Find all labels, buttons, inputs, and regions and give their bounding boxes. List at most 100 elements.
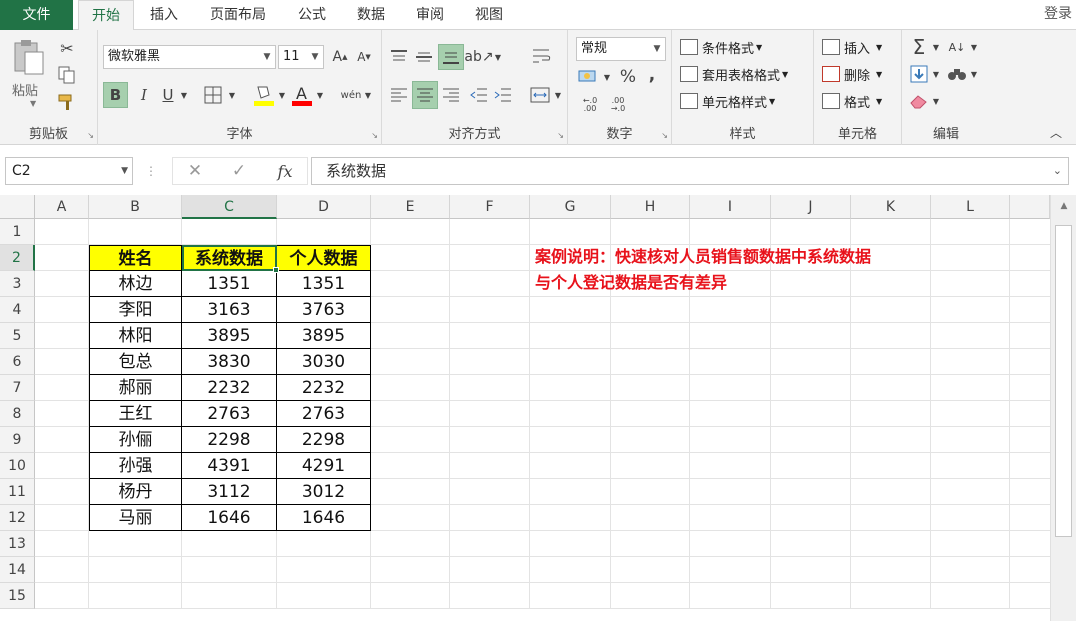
column-header-l[interactable]: L xyxy=(931,195,1010,219)
currency-icon[interactable] xyxy=(576,66,602,88)
table-cell[interactable]: 1646 xyxy=(277,505,371,531)
tab-view[interactable]: 视图 xyxy=(464,0,514,30)
column-header-k[interactable]: K xyxy=(851,195,931,219)
underline-button[interactable]: U xyxy=(158,82,178,108)
format-cells-button[interactable]: 格式 ▼ xyxy=(822,89,882,113)
row-header-8[interactable]: 8 xyxy=(0,401,35,427)
chevron-down-icon[interactable]: ▼ xyxy=(276,82,288,108)
paste-label[interactable]: 粘贴 xyxy=(12,80,38,99)
table-cell[interactable]: 3112 xyxy=(182,479,277,505)
phonetic-icon[interactable]: wén xyxy=(340,82,362,108)
increase-decimal-icon[interactable]: ←.0.00 xyxy=(578,94,602,116)
table-cell[interactable]: 3895 xyxy=(277,323,371,349)
align-center-icon[interactable] xyxy=(412,81,438,109)
row-header-14[interactable]: 14 xyxy=(0,557,35,583)
scroll-thumb[interactable] xyxy=(1055,225,1072,537)
format-painter-icon[interactable] xyxy=(56,92,78,112)
paste-icon[interactable] xyxy=(10,38,48,78)
table-cell[interactable]: 2763 xyxy=(277,401,371,427)
tab-formulas[interactable]: 公式 xyxy=(287,0,337,30)
borders-icon[interactable] xyxy=(202,84,224,106)
table-cell[interactable]: 1646 xyxy=(182,505,277,531)
font-color-icon[interactable]: A xyxy=(290,82,314,108)
chevron-down-icon[interactable]: ▼ xyxy=(552,82,564,108)
table-cell[interactable]: 孙强 xyxy=(89,453,182,479)
tab-review[interactable]: 审阅 xyxy=(405,0,455,30)
row-header-9[interactable]: 9 xyxy=(0,427,35,453)
insert-function-icon[interactable]: fx xyxy=(271,159,299,183)
tab-home[interactable]: 开始 xyxy=(78,0,134,31)
paste-dropdown-icon[interactable]: ▼ xyxy=(30,99,36,108)
chevron-down-icon[interactable]: ▼ xyxy=(930,36,942,58)
italic-button[interactable]: I xyxy=(134,82,154,108)
table-cell[interactable]: 4391 xyxy=(182,453,277,479)
table-cell[interactable]: 马丽 xyxy=(89,505,182,531)
enter-icon[interactable]: ✓ xyxy=(225,159,253,183)
bold-button[interactable]: B xyxy=(103,82,128,108)
decrease-decimal-icon[interactable]: .00 →.0 xyxy=(606,94,630,116)
column-header-e[interactable]: E xyxy=(371,195,450,219)
chevron-down-icon[interactable]: ▼ xyxy=(602,66,612,88)
table-cell[interactable]: 3012 xyxy=(277,479,371,505)
align-top-icon[interactable] xyxy=(388,46,410,68)
clipboard-launcher-icon[interactable]: ↘ xyxy=(87,131,94,140)
tab-data[interactable]: 数据 xyxy=(346,0,396,30)
find-select-icon[interactable] xyxy=(946,63,968,85)
sort-filter-icon[interactable]: A↓ xyxy=(946,36,968,58)
autosum-icon[interactable]: Σ xyxy=(908,35,930,59)
table-cell[interactable]: 3895 xyxy=(182,323,277,349)
format-as-table-button[interactable]: 套用表格格式 ▼ xyxy=(680,62,788,86)
align-middle-icon[interactable] xyxy=(413,46,435,68)
orientation-icon[interactable]: ab↗ xyxy=(464,46,493,68)
chevron-down-icon[interactable]: ▼ xyxy=(307,46,323,68)
cut-icon[interactable]: ✂ xyxy=(56,38,78,58)
column-header-g[interactable]: G xyxy=(530,195,611,219)
delete-cells-button[interactable]: 删除 ▼ xyxy=(822,62,882,86)
table-cell[interactable]: 2298 xyxy=(277,427,371,453)
font-name-combo[interactable]: 微软雅黑 ▼ xyxy=(103,45,276,69)
row-header-1[interactable]: 1 xyxy=(0,219,35,245)
chevron-down-icon[interactable]: ▼ xyxy=(121,158,128,184)
number-format-combo[interactable]: 常规 ▼ xyxy=(576,37,666,61)
chevron-down-icon[interactable]: ▼ xyxy=(362,82,374,108)
chevron-down-icon[interactable]: ▼ xyxy=(968,36,980,58)
column-header-c[interactable]: C xyxy=(182,195,277,219)
table-cell[interactable]: 3030 xyxy=(277,349,371,375)
table-cell[interactable]: 林边 xyxy=(89,271,182,297)
vertical-scrollbar[interactable]: ▲ xyxy=(1050,195,1076,621)
row-header-12[interactable]: 12 xyxy=(0,505,35,531)
chevron-down-icon[interactable]: ▼ xyxy=(314,82,326,108)
wrap-text-icon[interactable] xyxy=(530,44,554,68)
align-bottom-icon[interactable] xyxy=(438,44,464,70)
grow-font-icon[interactable]: A ▲ xyxy=(330,47,350,67)
column-header-f[interactable]: F xyxy=(450,195,530,219)
copy-icon[interactable] xyxy=(56,65,78,85)
table-cell[interactable]: 2232 xyxy=(182,375,277,401)
formula-input[interactable]: 系统数据 ⌄ xyxy=(311,157,1069,185)
table-cell[interactable]: 王红 xyxy=(89,401,182,427)
tab-insert[interactable]: 插入 xyxy=(139,0,189,30)
table-cell[interactable]: 2298 xyxy=(182,427,277,453)
table-cell[interactable]: 郝丽 xyxy=(89,375,182,401)
select-all-corner[interactable] xyxy=(0,195,35,219)
fill-color-icon[interactable] xyxy=(252,82,276,108)
align-right-icon[interactable] xyxy=(440,82,462,108)
row-header-6[interactable]: 6 xyxy=(0,349,35,375)
row-header-13[interactable]: 13 xyxy=(0,531,35,557)
merge-center-icon[interactable] xyxy=(528,82,552,108)
table-cell[interactable]: 包总 xyxy=(89,349,182,375)
increase-indent-icon[interactable] xyxy=(492,82,514,108)
chevron-down-icon[interactable]: ▼ xyxy=(649,38,665,60)
table-cell[interactable]: 3163 xyxy=(182,297,277,323)
row-header-11[interactable]: 11 xyxy=(0,479,35,505)
fill-handle[interactable] xyxy=(273,267,279,273)
chevron-down-icon[interactable]: ▼ xyxy=(968,63,980,85)
shrink-font-icon[interactable]: A ▼ xyxy=(354,47,374,67)
conditional-format-button[interactable]: 条件格式 ▼ xyxy=(680,35,762,59)
worksheet[interactable]: ABCDEFGHIJKL 1 2 3 4 5 6 7 8 9 10 11 12 13 14 15 姓名 系统数… xyxy=(0,195,1076,621)
column-header-h[interactable]: H xyxy=(611,195,690,219)
table-cell[interactable]: 1351 xyxy=(277,271,371,297)
table-header-cell[interactable]: 系统数据 xyxy=(182,245,277,271)
chevron-down-icon[interactable]: ▼ xyxy=(492,46,504,68)
login-link[interactable]: 登录 xyxy=(1044,0,1072,28)
